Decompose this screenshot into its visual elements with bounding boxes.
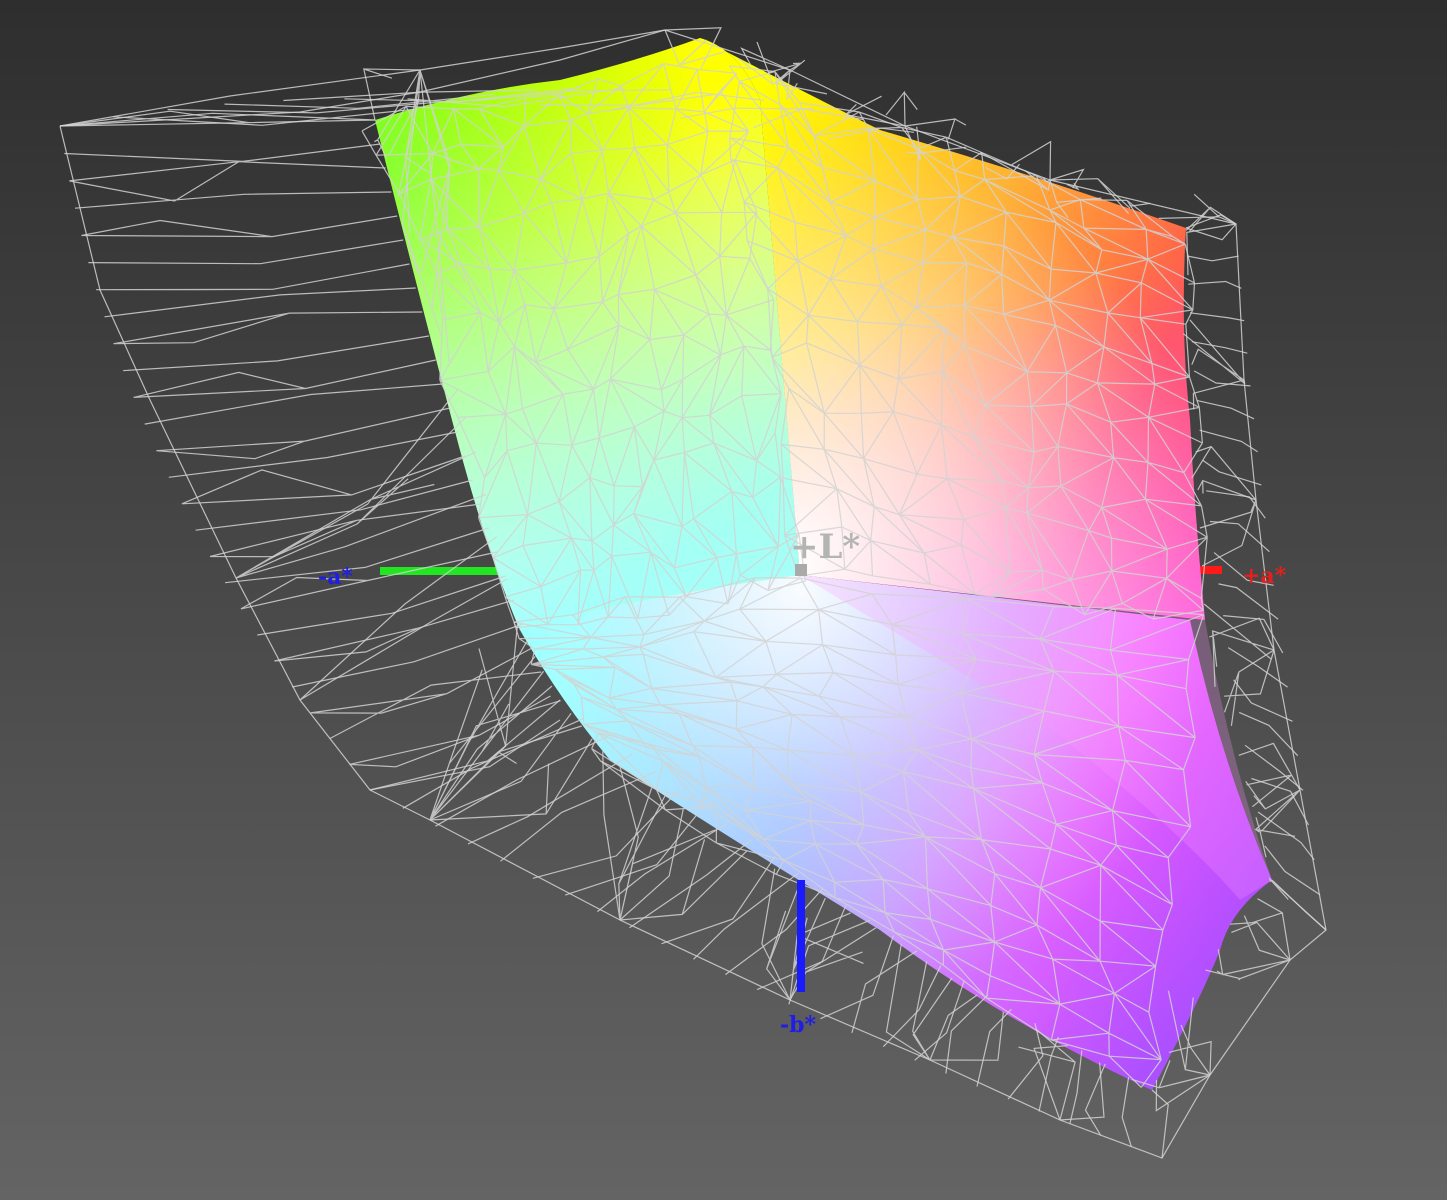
axis-label-l-plus: +L* (790, 527, 860, 567)
axis-label-a-plus: +a* (1242, 563, 1287, 589)
gamut-3d-view[interactable]: +L* -a* +a* -b* (0, 0, 1447, 1200)
axis-label-a-minus: -a* (318, 564, 353, 590)
gamut-viewport[interactable]: +L* -a* +a* -b* (0, 0, 1447, 1200)
axis-label-b-minus: -b* (780, 1012, 817, 1038)
